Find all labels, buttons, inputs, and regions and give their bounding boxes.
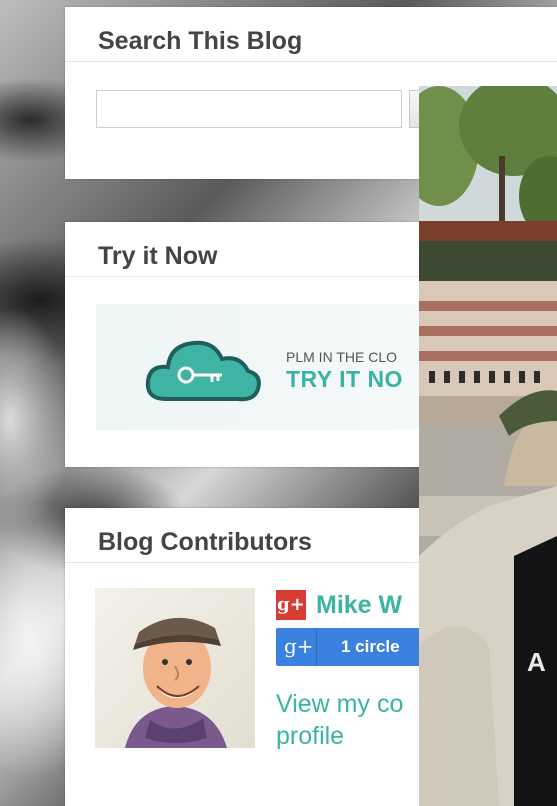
banner-tagline: PLM IN THE CLO [286, 349, 397, 365]
cloud-key-icon [145, 340, 261, 402]
caricature-image [125, 617, 227, 748]
search-widget-title: Search This Blog [98, 27, 303, 55]
divider [65, 61, 557, 62]
author-name-link[interactable]: Mike W [316, 591, 402, 620]
theme-park-photo: A [419, 86, 557, 806]
try-it-now-banner[interactable]: PLM IN THE CLO TRY IT NO [96, 304, 426, 430]
contributor-avatar[interactable] [95, 588, 255, 748]
search-input[interactable] [96, 90, 402, 128]
shirt-text: A [527, 647, 546, 677]
banner-cta: TRY IT NO [286, 366, 403, 392]
google-plus-circle-button[interactable]: g+ 1 circle [276, 628, 426, 666]
overlay-photo: A [419, 86, 557, 806]
google-plus-icon: g+ [284, 634, 314, 658]
google-plus-icon[interactable]: g+ [276, 590, 306, 620]
button-separator [316, 628, 317, 666]
circle-count: 1 circle [341, 637, 400, 656]
